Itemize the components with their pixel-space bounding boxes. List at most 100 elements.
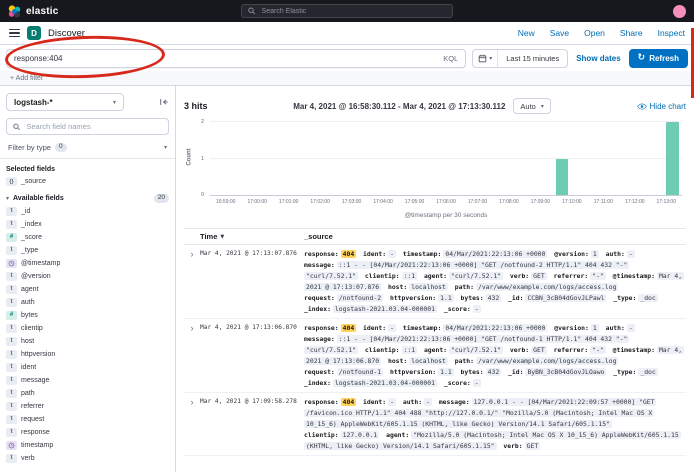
refresh-icon: ↻	[638, 54, 646, 63]
filter-by-type[interactable]: Filter by type 0 ▾	[6, 142, 169, 153]
menu-icon[interactable]	[9, 29, 20, 38]
time-range-value[interactable]: Last 15 minutes	[498, 54, 567, 63]
sidebar-field-path[interactable]: tpath	[6, 389, 169, 398]
x-tick-label: 17:02:00	[310, 199, 329, 205]
refresh-button[interactable]: ↻ Refresh	[629, 49, 688, 68]
navbar-action-inspect[interactable]: Inspect	[658, 28, 685, 38]
sidebar-field-httpversion[interactable]: thttpversion	[6, 350, 169, 359]
chart-plot[interactable]: 012	[210, 122, 682, 196]
interval-select[interactable]: Auto ▾	[513, 98, 550, 114]
navbar-action-open[interactable]: Open	[584, 28, 605, 38]
selected-fields-heading: Selected fields	[6, 166, 55, 173]
sidebar-field-@timestamp[interactable]: @timestamp	[6, 259, 169, 268]
histogram-bar[interactable]	[666, 122, 678, 195]
x-tick-label: 17:13:00	[657, 199, 676, 205]
chevron-down-icon: ▾	[489, 55, 492, 62]
brand-name: elastic	[26, 6, 59, 17]
expand-row-button[interactable]: ›	[184, 397, 200, 452]
sidebar-field-_score[interactable]: #_score	[6, 233, 169, 242]
add-filter-button[interactable]: + Add filter	[10, 75, 43, 82]
sidebar-field-referrer[interactable]: treferrer	[6, 402, 169, 411]
field-name: @version	[21, 273, 51, 280]
sidebar-field-clientip[interactable]: tclientip	[6, 324, 169, 333]
source-field-key: _type:	[613, 368, 636, 376]
field-type-t-icon: t	[6, 285, 17, 294]
sidebar-field-_type[interactable]: t_type	[6, 246, 169, 255]
navbar-action-new[interactable]: New	[518, 28, 535, 38]
expand-row-button[interactable]: ›	[184, 323, 200, 389]
source-field-value-highlight: 404	[341, 324, 357, 332]
source-field-key: _id:	[508, 368, 523, 376]
source-field-key: timestamp:	[403, 324, 441, 332]
hide-chart-button[interactable]: Hide chart	[637, 102, 686, 111]
y-tick-label: 2	[201, 119, 204, 125]
source-field-key: clientip:	[365, 272, 400, 280]
global-search-input[interactable]	[260, 7, 446, 16]
source-field-value: CCBN_3cB04dGovJLPawl	[525, 294, 606, 302]
query-text[interactable]: response:404	[14, 54, 437, 63]
navbar-action-save[interactable]: Save	[550, 28, 569, 38]
collapse-sidebar-button[interactable]	[159, 97, 169, 107]
source-field-key: referrer:	[554, 272, 589, 280]
field-name: agent	[21, 286, 39, 293]
x-tick-label: 17:08:00	[499, 199, 518, 205]
navbar-action-share[interactable]: Share	[620, 28, 643, 38]
expand-row-button[interactable]: ›	[184, 249, 200, 315]
show-dates-link[interactable]: Show dates	[576, 54, 620, 63]
elastic-brand: elastic	[8, 5, 59, 18]
sidebar-field-@version[interactable]: t@version	[6, 272, 169, 281]
field-name: _index	[21, 221, 42, 228]
histogram-chart: Count 012 16:59:0017:00:0017:01:0017:02:…	[184, 120, 686, 226]
source-field-key: message:	[304, 335, 335, 343]
field-type-source-icon: {}	[6, 177, 17, 186]
sidebar-field-bytes[interactable]: #bytes	[6, 311, 169, 320]
index-pattern-label: logstash-*	[14, 98, 53, 107]
gridline	[210, 158, 682, 159]
source-field-key: _score:	[444, 379, 471, 387]
histogram-bar[interactable]	[556, 159, 568, 196]
sidebar-field-auth[interactable]: tauth	[6, 298, 169, 307]
sidebar-field-request[interactable]: trequest	[6, 415, 169, 424]
user-avatar[interactable]	[673, 5, 686, 18]
chevron-down-icon[interactable]: ▾	[6, 195, 9, 202]
elastic-logo-icon	[8, 5, 21, 18]
query-language-button[interactable]: KQL	[443, 54, 458, 63]
x-tick-label: 17:01:00	[279, 199, 298, 205]
source-field-key: verb:	[510, 346, 529, 354]
calendar-button[interactable]: ▾	[473, 50, 498, 67]
time-cell: Mar 4, 2021 @ 17:09:58.278	[200, 397, 304, 452]
sidebar-field-response[interactable]: tresponse	[6, 428, 169, 437]
sidebar-field-_source[interactable]: {}_source	[6, 177, 169, 186]
index-pattern-select[interactable]: logstash-* ▾	[6, 93, 124, 111]
sidebar-field-message[interactable]: t message	[6, 376, 169, 385]
main-area: logstash-* ▾ Filter by type 0 ▾	[0, 86, 694, 472]
field-type-t-icon: t	[6, 350, 17, 359]
field-name: message	[21, 377, 49, 384]
source-field-value: -	[388, 324, 396, 332]
sidebar-field-_id[interactable]: t_id	[6, 207, 169, 216]
sidebar-field-agent[interactable]: tagent	[6, 285, 169, 294]
x-tick-label: 17:10:00	[562, 199, 581, 205]
date-picker: ▾ Last 15 minutes	[472, 49, 568, 68]
column-header-time[interactable]: Time ▼	[200, 232, 304, 241]
sidebar-field-host[interactable]: thost	[6, 337, 169, 346]
source-field-key: httpversion:	[390, 294, 436, 302]
source-field-key: host:	[388, 283, 407, 291]
source-field-key: _type:	[613, 294, 636, 302]
field-type-t-icon: t	[6, 376, 17, 385]
source-field-key: _index:	[304, 379, 331, 387]
field-search-input[interactable]	[24, 121, 162, 132]
sidebar-field-verb[interactable]: tverb	[6, 454, 169, 463]
global-search[interactable]	[241, 4, 453, 18]
source-field-value: "-"	[590, 346, 606, 354]
field-search[interactable]	[6, 118, 169, 135]
chart-xticks: 16:59:0017:00:0017:01:0017:02:0017:03:00…	[210, 198, 682, 207]
sidebar-field-timestamp[interactable]: timestamp	[6, 441, 169, 450]
interval-value: Auto	[520, 102, 535, 111]
sidebar-field-ident[interactable]: tident	[6, 363, 169, 372]
x-tick-label: 17:09:00	[531, 199, 550, 205]
query-input[interactable]: response:404 KQL	[6, 49, 466, 68]
x-tick-label: 17:07:00	[468, 199, 487, 205]
sidebar-field-_index[interactable]: t_index	[6, 220, 169, 229]
source-field-key: auth:	[606, 324, 625, 332]
